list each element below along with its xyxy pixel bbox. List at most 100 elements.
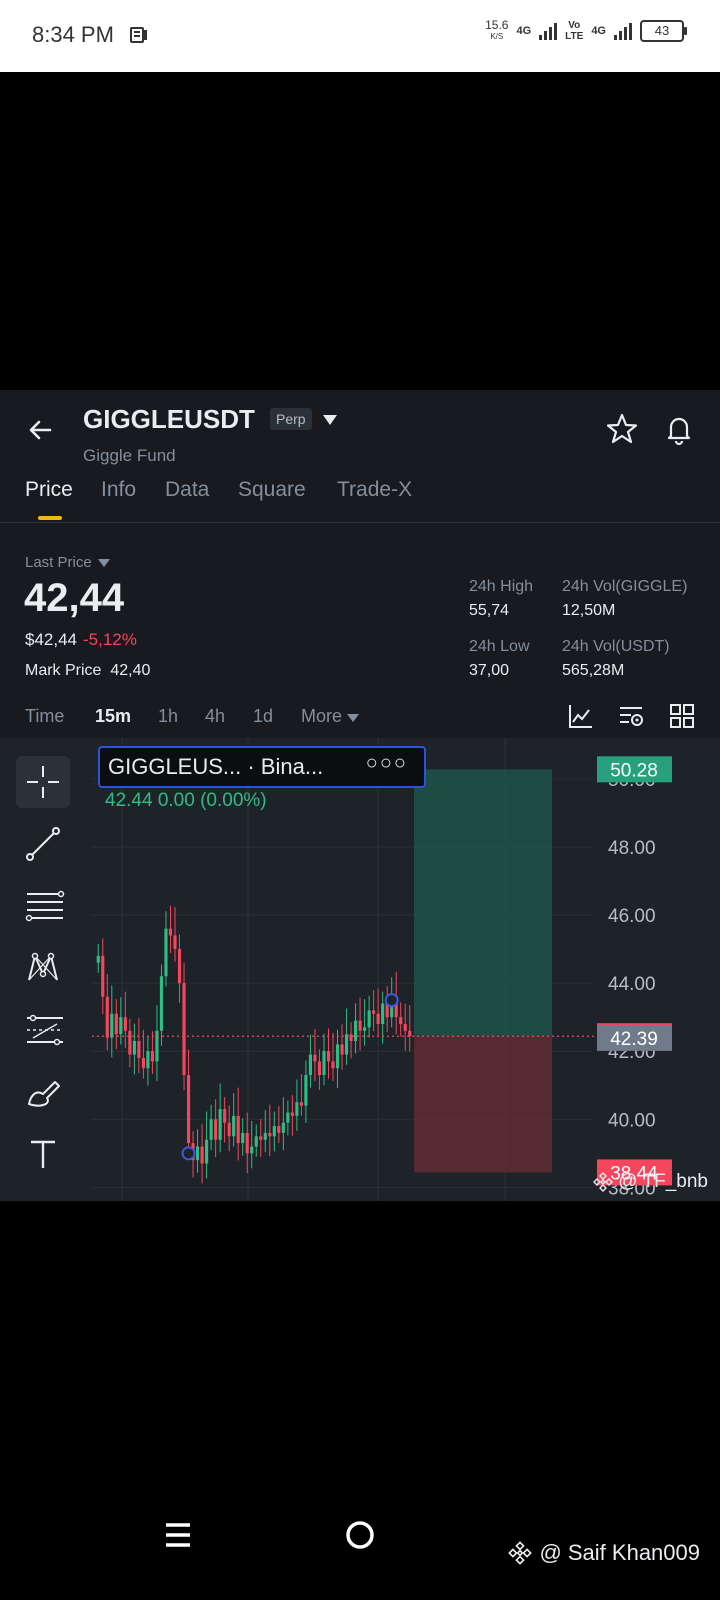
tab-data[interactable]: Data — [165, 474, 209, 522]
candle-body — [281, 1122, 285, 1133]
candle-body — [299, 1102, 303, 1106]
candle-body — [268, 1132, 272, 1137]
text-icon — [31, 1140, 55, 1168]
watermark-text: @ TF_bnb — [618, 1171, 708, 1192]
text-tool[interactable] — [16, 1128, 70, 1180]
symbol-subtitle: Giggle Fund — [83, 446, 176, 465]
low-24h-label: 24h Low — [469, 638, 530, 655]
interval-15m[interactable]: 15m — [95, 706, 131, 727]
candle-body — [403, 1023, 407, 1031]
credit-watermark: @ Saif Khan009 — [507, 1540, 700, 1566]
candle-body — [245, 1132, 249, 1154]
chart-area[interactable]: 50.0048.0046.0044.0042.0040.0038.0050.28… — [0, 738, 720, 1201]
high-24h-value: 55,74 — [469, 602, 510, 619]
pattern-tool[interactable] — [16, 942, 70, 994]
mark-price-label: Mark Price — [25, 662, 102, 679]
home-icon[interactable] — [345, 1520, 375, 1550]
mark-price-line: Mark Price 42,40 — [25, 662, 150, 680]
interval-time[interactable]: Time — [25, 706, 64, 727]
speed-value: 15.6 — [485, 18, 509, 32]
interval-bar: Time 15m 1h 4h 1d More — [0, 696, 720, 739]
crosshair-tool[interactable] — [16, 756, 70, 808]
last-price-selector[interactable]: Last Price — [25, 554, 110, 571]
candle-body — [326, 1051, 331, 1062]
candle-body — [214, 1119, 218, 1140]
y-axis-tick-label: 48.00 — [608, 838, 656, 859]
candle-body — [186, 1075, 191, 1144]
favorite-star-icon[interactable] — [605, 412, 639, 446]
candle-body — [331, 1061, 335, 1069]
active-tab-indicator — [38, 516, 62, 520]
candle-body — [110, 1013, 114, 1038]
candle-body — [96, 955, 100, 963]
indicator-icon[interactable] — [567, 702, 595, 730]
perp-badge: Perp — [270, 408, 312, 430]
brush-tool[interactable] — [16, 1066, 70, 1118]
signal-bars-2-icon — [614, 22, 632, 40]
candle-body — [363, 1027, 367, 1031]
price-tag-label: 50.28 — [610, 760, 658, 781]
status-bar: 8:34 PM 15.6 K/S 4G Vo LTE 4G 43 — [0, 0, 720, 72]
high-24h-label: 24h High — [469, 578, 534, 595]
candle-body — [132, 1040, 136, 1055]
y-axis-tick-label: 40.00 — [608, 1110, 656, 1131]
tab-bar: Price Info Data Square Trade-X — [0, 474, 720, 523]
candle-body — [272, 1126, 276, 1137]
candle-body — [376, 1013, 380, 1024]
interval-more[interactable]: More — [301, 706, 360, 727]
symbol-title[interactable]: GIGGLEUSDT — [83, 404, 255, 435]
candle-body — [232, 1115, 236, 1137]
network-type-1: 4G — [516, 24, 532, 37]
tab-square[interactable]: Square — [238, 474, 306, 522]
vol-quote-value: 565,28M — [562, 662, 625, 679]
candle-body — [128, 1030, 132, 1055]
candle-body — [349, 1034, 353, 1041]
status-right-cluster: 15.6 K/S 4G Vo LTE 4G 43 — [485, 18, 687, 42]
legend-ohlc-values: 42.44 0.00 (0.00%) — [105, 790, 267, 811]
mark-price-value: 42,40 — [110, 662, 151, 679]
interval-1d[interactable]: 1d — [253, 706, 273, 727]
alert-bell-icon[interactable] — [662, 412, 696, 446]
candle-body — [205, 1139, 209, 1164]
tab-info[interactable]: Info — [101, 474, 136, 522]
legend-more-icon[interactable]: ○○○ — [366, 752, 408, 775]
candle-body — [290, 1112, 294, 1116]
tab-trade-x[interactable]: Trade-X — [337, 474, 412, 522]
chart-settings-icon[interactable] — [617, 702, 645, 730]
candle-body — [295, 1102, 299, 1116]
candle-body — [146, 1051, 150, 1069]
candle-body — [101, 955, 105, 997]
candle-body — [259, 1136, 263, 1140]
candle-body — [263, 1132, 267, 1140]
price-change-pct: -5,12% — [83, 630, 137, 649]
chart-legend[interactable]: GIGGLEUS... · Bina... ○○○ — [98, 746, 426, 788]
candle-body — [367, 1010, 371, 1028]
candle-body — [335, 1044, 340, 1069]
network-speed: 15.6 K/S — [485, 18, 509, 42]
symbol-dropdown-icon[interactable] — [322, 414, 338, 426]
trendline-icon — [26, 827, 60, 861]
candle-body — [218, 1109, 222, 1140]
candle-body — [195, 1146, 200, 1161]
projection-tool[interactable] — [16, 1004, 70, 1056]
candle-body — [344, 1034, 349, 1055]
candle-body — [227, 1122, 231, 1137]
back-arrow-icon[interactable] — [22, 410, 62, 450]
interval-more-label: More — [301, 706, 343, 726]
interval-1h[interactable]: 1h — [158, 706, 178, 727]
candle-body — [358, 1020, 362, 1031]
fib-lines-tool[interactable] — [16, 880, 70, 932]
candle-body — [141, 1058, 145, 1069]
interval-4h[interactable]: 4h — [205, 706, 225, 727]
candle-body — [313, 1054, 317, 1062]
trendline-tool[interactable] — [16, 818, 70, 870]
candle-body — [399, 1017, 403, 1024]
tab-price[interactable]: Price — [25, 474, 73, 522]
candle-body — [119, 1017, 123, 1035]
candle-body — [209, 1119, 213, 1140]
low-24h-value: 37,00 — [469, 662, 510, 679]
layout-grid-icon[interactable] — [668, 702, 696, 730]
app-screen: GIGGLEUSDT Perp Giggle Fund Price Info D… — [0, 390, 720, 1201]
recent-apps-icon[interactable] — [163, 1520, 193, 1550]
candle-body — [236, 1115, 240, 1144]
